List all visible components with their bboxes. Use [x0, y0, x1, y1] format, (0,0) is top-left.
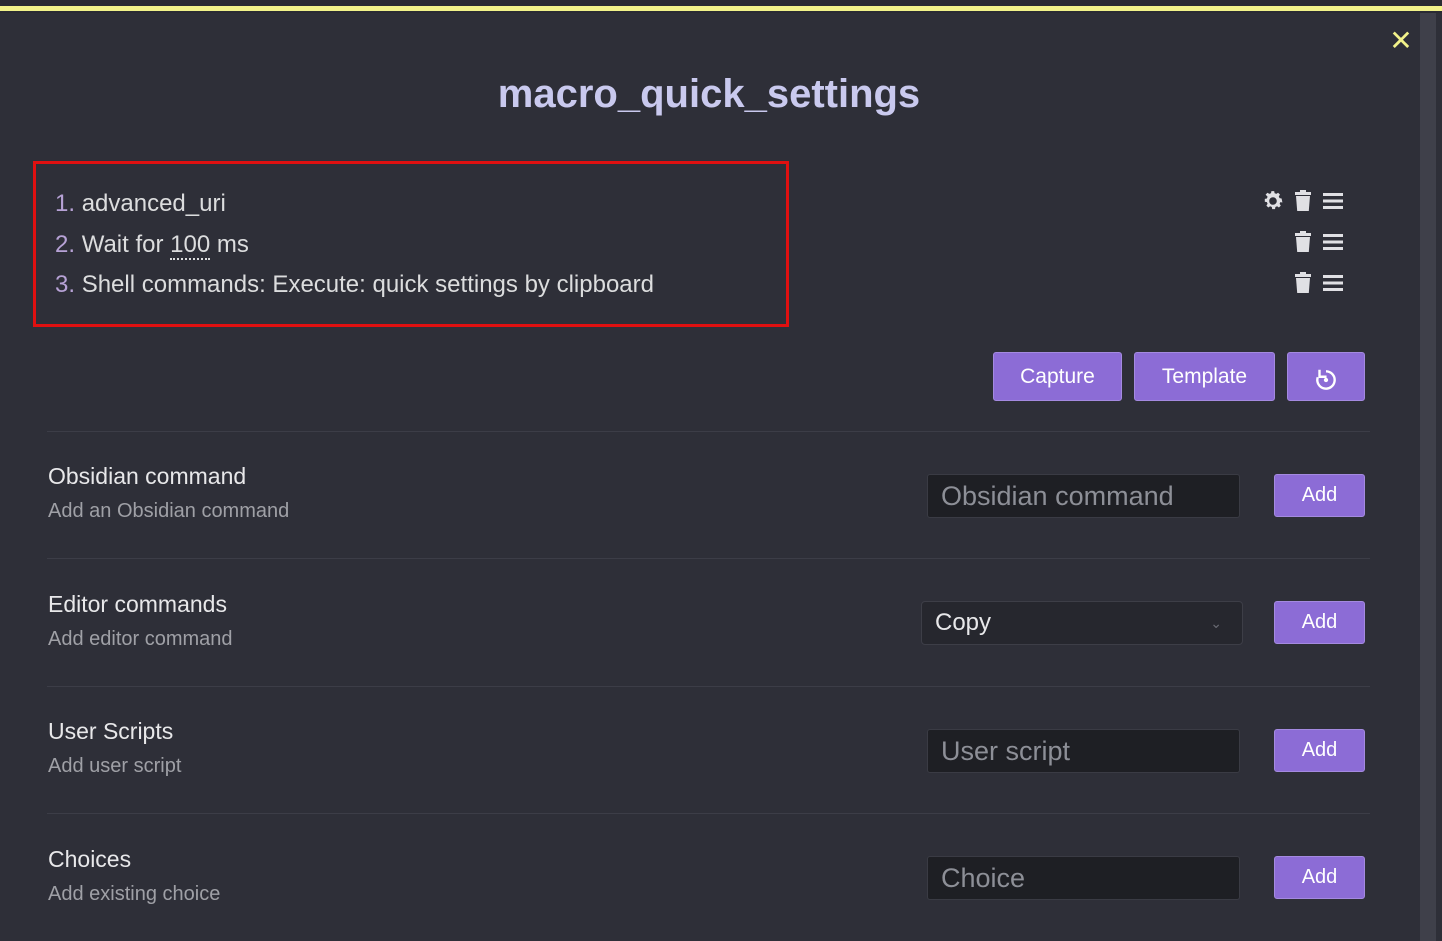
command-text: advanced_uri [81, 190, 226, 217]
drag-handle-icon[interactable] [1321, 271, 1345, 295]
trash-icon[interactable] [1291, 189, 1315, 213]
choices-label: Choices [48, 846, 132, 872]
editor-commands-label: Editor commands [48, 591, 227, 617]
divider [47, 431, 1370, 432]
capture-button[interactable]: Capture [993, 352, 1122, 401]
rotate-icon [1313, 363, 1339, 410]
drag-handle-icon[interactable] [1321, 230, 1345, 254]
editor-commands-description: Add editor command [48, 628, 233, 650]
trash-icon[interactable] [1291, 230, 1315, 254]
editor-command-selected: Copy [935, 609, 992, 636]
command-item-2: 2. Wait for 100 ms [55, 231, 249, 260]
choice-input[interactable]: Choice [927, 856, 1240, 900]
command-text: Shell commands: Execute: quick settings … [81, 271, 654, 298]
divider [47, 813, 1370, 814]
command-list: 1. advanced_uri 2. Wait for 100 ms 3. Sh… [33, 161, 789, 327]
choices-description: Add existing choice [48, 883, 221, 905]
command-number: 1. [55, 190, 76, 217]
obsidian-command-label: Obsidian command [48, 463, 247, 489]
drag-handle-icon[interactable] [1321, 189, 1345, 213]
command-item-1: 1. advanced_uri [55, 190, 226, 218]
trash-icon[interactable] [1291, 271, 1315, 295]
command-suffix: ms [210, 231, 249, 258]
command-1-actions [1261, 186, 1345, 216]
user-script-input[interactable]: User script [927, 729, 1240, 773]
add-user-script-button[interactable]: Add [1274, 729, 1365, 772]
add-choice-button[interactable]: Add [1274, 856, 1365, 899]
command-3-actions [1291, 268, 1345, 298]
rotate-button[interactable] [1287, 352, 1365, 401]
command-2-actions [1291, 227, 1345, 257]
modal-title: macro_quick_settings [497, 72, 921, 116]
top-accent-bar [0, 6, 1442, 11]
obsidian-command-description: Add an Obsidian command [48, 500, 290, 522]
user-scripts-label: User Scripts [48, 718, 174, 744]
close-icon[interactable]: ✕ [1388, 27, 1414, 55]
add-editor-command-button[interactable]: Add [1274, 601, 1365, 644]
divider [47, 558, 1370, 559]
command-number: 2. [55, 231, 76, 258]
wait-duration-value[interactable]: 100 [170, 231, 211, 260]
add-obsidian-command-button[interactable]: Add [1274, 474, 1365, 517]
divider [47, 686, 1370, 687]
chevron-down-icon: ⌄ [1210, 615, 1222, 631]
template-button[interactable]: Template [1134, 352, 1275, 401]
scrollbar[interactable] [1420, 13, 1436, 941]
top-stripe [0, 0, 1442, 13]
command-number: 3. [55, 271, 76, 298]
command-item-3: 3. Shell commands: Execute: quick settin… [55, 271, 654, 299]
editor-command-select[interactable]: Copy ⌄ [921, 601, 1243, 645]
obsidian-command-input[interactable]: Obsidian command [927, 474, 1240, 518]
user-scripts-description: Add user script [48, 755, 182, 777]
gear-icon[interactable] [1261, 189, 1285, 213]
command-prefix: Wait for [81, 231, 171, 258]
